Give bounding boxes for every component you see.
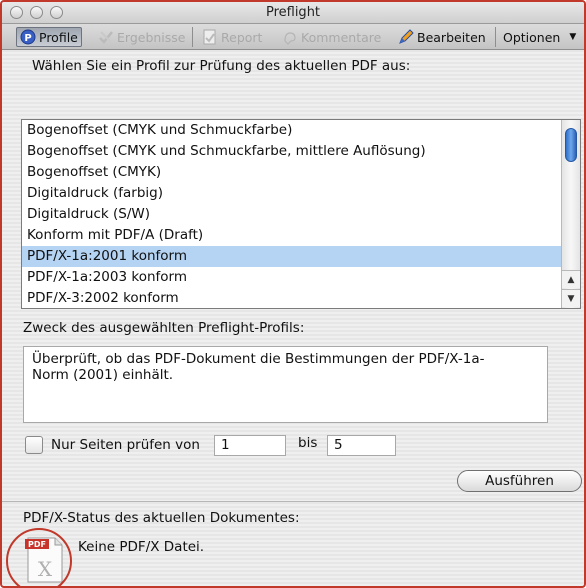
preflight-window: Preflight P Profile Ergebnisse Report Ko… [0,0,586,588]
purpose-label: Zweck des ausgewählten Preflight-Profils… [23,320,305,336]
toolbar-separator [192,27,193,47]
highlight-circle [6,528,72,586]
list-item[interactable]: Bogenoffset (CMYK und Schmuckfarbe, mitt… [22,141,561,162]
profile-list[interactable]: Bogenoffset (CMYK und Schmuckfarbe) Boge… [21,119,581,309]
list-item[interactable]: Bogenoffset (CMYK) [22,162,561,183]
scroll-up-arrow-icon[interactable]: ▲ [562,270,580,288]
profile-button-label: Profile [39,29,78,45]
status-label: PDF/X-Status des aktuellen Dokumentes: [23,510,300,526]
page-to-field[interactable]: 5 [327,435,396,456]
section-divider [2,501,584,502]
window-title: Preflight [265,5,321,20]
options-menu-button[interactable]: Optionen ▼ [500,27,579,47]
list-scrollbar[interactable]: ▲ ▼ [561,120,580,308]
profile-button[interactable]: P Profile [16,27,82,47]
list-item[interactable]: PDF/X-3:2002 konform [22,288,561,308]
toolbar-separator [495,27,496,47]
edit-button[interactable]: Bearbeiten [395,27,489,47]
page-range-checkbox[interactable] [25,436,43,454]
list-item[interactable]: Digitaldruck (farbig) [22,183,561,204]
page-range-label: Nur Seiten prüfen von [51,437,200,453]
results-button-label: Ergebnisse [117,29,186,45]
scroll-thumb[interactable] [565,128,577,162]
report-button-label: Report [221,29,263,45]
toolbar: P Profile Ergebnisse Report Kommentare B… [2,24,584,50]
chevron-down-icon: ▼ [569,32,577,42]
scroll-down-arrow-icon[interactable]: ▼ [562,289,580,307]
purpose-description: Überprüft, ob das PDF-Dokument die Besti… [23,346,548,423]
comments-button-label: Kommentare [301,29,382,45]
options-menu-label: Optionen [503,29,561,45]
profile-prompt-label: Wählen Sie ein Profil zur Prüfung des ak… [32,58,411,74]
results-button[interactable]: Ergebnisse [95,27,189,47]
comments-button[interactable]: Kommentare [279,27,384,47]
edit-pencil-icon [398,29,414,45]
list-item[interactable]: Digitaldruck (S/W) [22,204,561,225]
report-button[interactable]: Report [199,27,265,47]
title-bar[interactable]: Preflight [2,2,584,24]
profile-p-icon: P [20,29,36,45]
list-item[interactable]: Konform mit PDF/A (Draft) [22,225,561,246]
status-value: Keine PDF/X Datei. [78,539,205,555]
results-icon [98,29,114,45]
list-item-selected[interactable]: PDF/X-1a:2001 konform [22,246,561,267]
run-button[interactable]: Ausführen [457,470,582,492]
report-icon [202,29,218,45]
svg-text:P: P [24,33,31,44]
edit-button-label: Bearbeiten [417,29,486,45]
list-item[interactable]: PDF/X-1a:2003 konform [22,267,561,288]
page-to-label: bis [298,435,318,451]
comments-icon [282,29,298,45]
page-from-field[interactable]: 1 [214,435,286,456]
list-item[interactable]: Bogenoffset (CMYK und Schmuckfarbe) [22,120,561,141]
